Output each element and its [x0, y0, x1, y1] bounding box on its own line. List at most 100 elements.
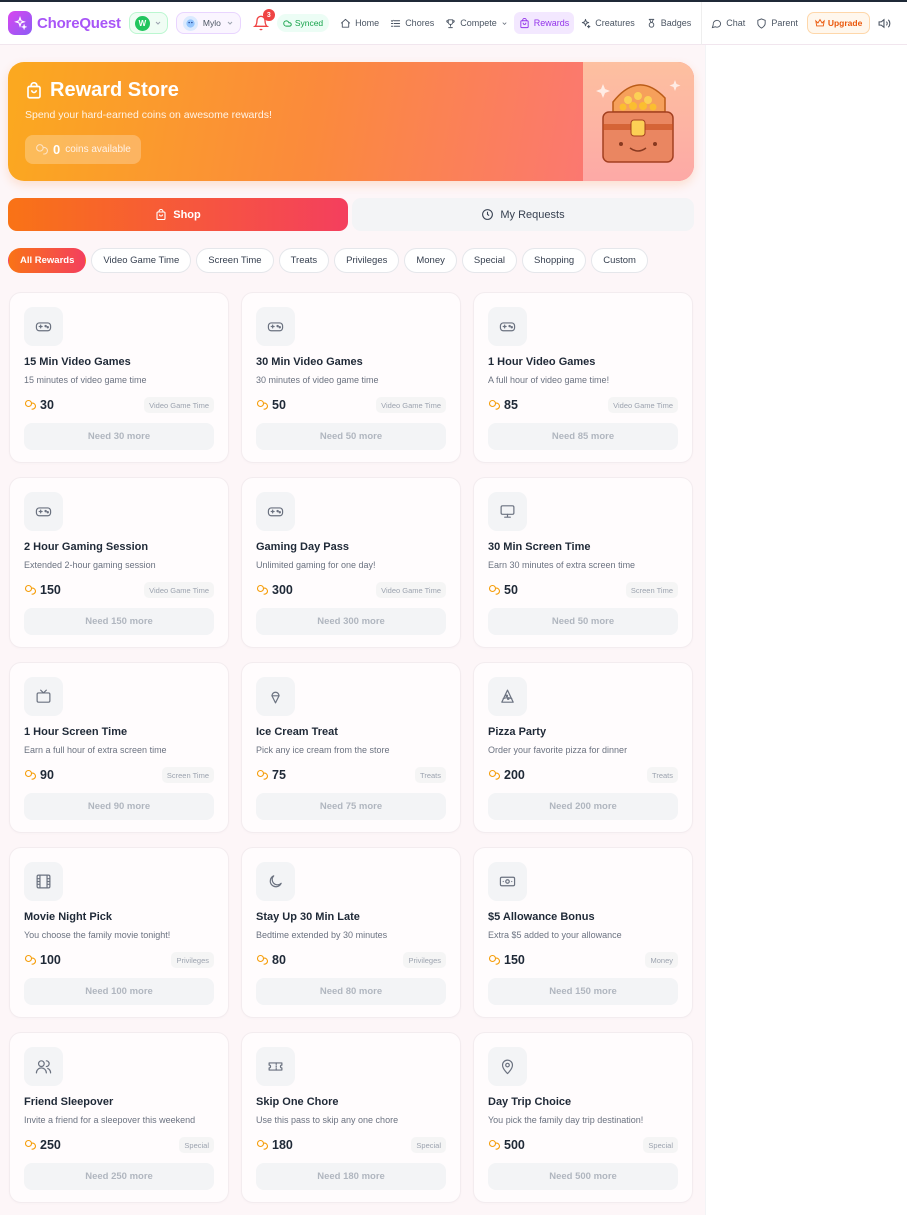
redeem-button-disabled[interactable]: Need 250 more — [24, 1163, 214, 1190]
reward-cost-value: 150 — [40, 583, 61, 597]
reward-icon-box — [488, 307, 527, 346]
nav-chat[interactable]: Chat — [706, 12, 750, 34]
redeem-button-disabled[interactable]: Need 75 more — [256, 793, 446, 820]
redeem-button-disabled[interactable]: Need 80 more — [256, 978, 446, 1005]
reward-icon-box — [24, 492, 63, 531]
nav-rewards[interactable]: Rewards — [513, 12, 575, 34]
reward-title: Day Trip Choice — [488, 1096, 572, 1108]
reward-title: Gaming Day Pass — [256, 541, 349, 553]
sync-status-badge: Synced — [276, 14, 330, 32]
nav-home[interactable]: Home — [335, 12, 384, 34]
reward-card: Pizza Party Order your favorite pizza for… — [473, 662, 693, 833]
reward-cost: 85 — [488, 398, 518, 412]
coins-icon — [256, 1139, 268, 1150]
redeem-button-disabled[interactable]: Need 90 more — [24, 793, 214, 820]
reward-cost: 90 — [24, 768, 54, 782]
reward-title: 1 Hour Screen Time — [24, 726, 128, 738]
redeem-button-disabled[interactable]: Need 300 more — [256, 608, 446, 635]
reward-store-banner: Reward Store Spend your hard-earned coin… — [8, 62, 694, 181]
reward-category-tag: Video Game Time — [144, 397, 214, 413]
coins-label: coins available — [65, 144, 131, 155]
nav-compete[interactable]: Compete — [440, 12, 513, 34]
reward-cost-value: 100 — [40, 953, 61, 967]
reward-category-tag: Treats — [415, 767, 446, 783]
rewards-grid: 15 Min Video Games 15 minutes of video ga… — [9, 292, 693, 1203]
reward-cost: 250 — [24, 1138, 61, 1152]
reward-icon-box — [24, 307, 63, 346]
coins-icon — [488, 1139, 500, 1150]
gamepad-icon — [267, 507, 284, 517]
nav-parent-label: Parent — [771, 18, 798, 28]
family-initial: W — [134, 15, 150, 31]
chevron-down-icon — [502, 21, 507, 25]
coins-icon — [488, 769, 500, 780]
reward-cost: 75 — [256, 768, 286, 782]
redeem-button-disabled[interactable]: Need 500 more — [488, 1163, 678, 1190]
reward-description: Bedtime extended by 30 minutes — [256, 930, 388, 940]
gamepad-icon — [267, 322, 284, 332]
app-logo[interactable]: ChoreQuest — [8, 11, 121, 35]
cloud-check-icon — [283, 19, 292, 27]
category-filters: All Rewards Video Game Time Screen Time Tre… — [8, 248, 648, 273]
coins-icon — [24, 769, 36, 780]
upgrade-button[interactable]: Upgrade — [806, 12, 871, 34]
reward-description: Unlimited gaming for one day! — [256, 560, 376, 570]
reward-category-tag: Video Game Time — [144, 582, 214, 598]
redeem-button-disabled[interactable]: Need 150 more — [24, 608, 214, 635]
reward-category-tag: Video Game Time — [608, 397, 678, 413]
filter-special[interactable]: Special — [461, 248, 518, 273]
coins-icon — [488, 584, 500, 595]
filter-privileges[interactable]: Privileges — [334, 248, 400, 273]
speaker-icon[interactable] — [878, 17, 891, 30]
reward-cost-value: 300 — [272, 583, 293, 597]
redeem-button-disabled[interactable]: Need 50 more — [256, 423, 446, 450]
filter-money[interactable]: Money — [404, 248, 457, 273]
filter-shopping[interactable]: Shopping — [522, 248, 587, 273]
reward-icon-box — [24, 1047, 63, 1086]
filter-all-rewards[interactable]: All Rewards — [8, 248, 87, 273]
reward-cost: 200 — [488, 768, 525, 782]
filter-video-game-time[interactable]: Video Game Time — [91, 248, 192, 273]
coins-icon — [256, 399, 268, 410]
nav-parent[interactable]: Parent — [751, 12, 803, 34]
redeem-button-disabled[interactable]: Need 200 more — [488, 793, 678, 820]
tv-icon — [36, 689, 51, 703]
clock-icon — [482, 209, 494, 220]
redeem-button-disabled[interactable]: Need 85 more — [488, 423, 678, 450]
reward-cost: 150 — [24, 583, 61, 597]
page-title: Reward Store — [25, 79, 179, 102]
notifications-button[interactable]: 3 — [252, 9, 275, 31]
filter-screen-time[interactable]: Screen Time — [196, 248, 274, 273]
coins-icon — [256, 584, 268, 595]
reward-category-tag: Privileges — [171, 952, 214, 968]
gamepad-icon — [499, 322, 516, 332]
reward-card: 15 Min Video Games 15 minutes of video ga… — [9, 292, 229, 463]
reward-category-tag: Video Game Time — [376, 582, 446, 598]
redeem-button-disabled[interactable]: Need 30 more — [24, 423, 214, 450]
nav-creatures[interactable]: Creatures — [575, 12, 640, 34]
reward-category-tag: Special — [179, 1137, 214, 1153]
tab-shop[interactable]: Shop — [8, 198, 348, 231]
reward-icon-box — [256, 492, 295, 531]
nav-badges[interactable]: Badges — [641, 12, 697, 34]
coins-icon — [24, 954, 36, 965]
redeem-button-disabled[interactable]: Need 100 more — [24, 978, 214, 1005]
redeem-button-disabled[interactable]: Need 180 more — [256, 1163, 446, 1190]
filter-treats[interactable]: Treats — [278, 248, 330, 273]
child-switcher[interactable]: Mylo — [175, 12, 241, 34]
reward-icon-box — [488, 677, 527, 716]
coins-available: 0 coins available — [25, 135, 141, 164]
nav-chores[interactable]: Chores — [385, 12, 439, 34]
upgrade-label: Upgrade — [827, 18, 863, 28]
redeem-button-disabled[interactable]: Need 50 more — [488, 608, 678, 635]
redeem-button-disabled[interactable]: Need 150 more — [488, 978, 678, 1005]
page-title-text: Reward Store — [50, 79, 179, 101]
trophy-icon — [446, 18, 455, 28]
tab-my-requests[interactable]: My Requests — [352, 198, 694, 231]
reward-description: Order your favorite pizza for dinner — [488, 745, 628, 755]
reward-cost: 80 — [256, 953, 286, 967]
filter-custom[interactable]: Custom — [591, 248, 648, 273]
notification-count-badge: 3 — [262, 9, 275, 21]
family-switcher[interactable]: W — [128, 12, 168, 34]
reward-card: 2 Hour Gaming Session Extended 2-hour gam… — [9, 477, 229, 648]
